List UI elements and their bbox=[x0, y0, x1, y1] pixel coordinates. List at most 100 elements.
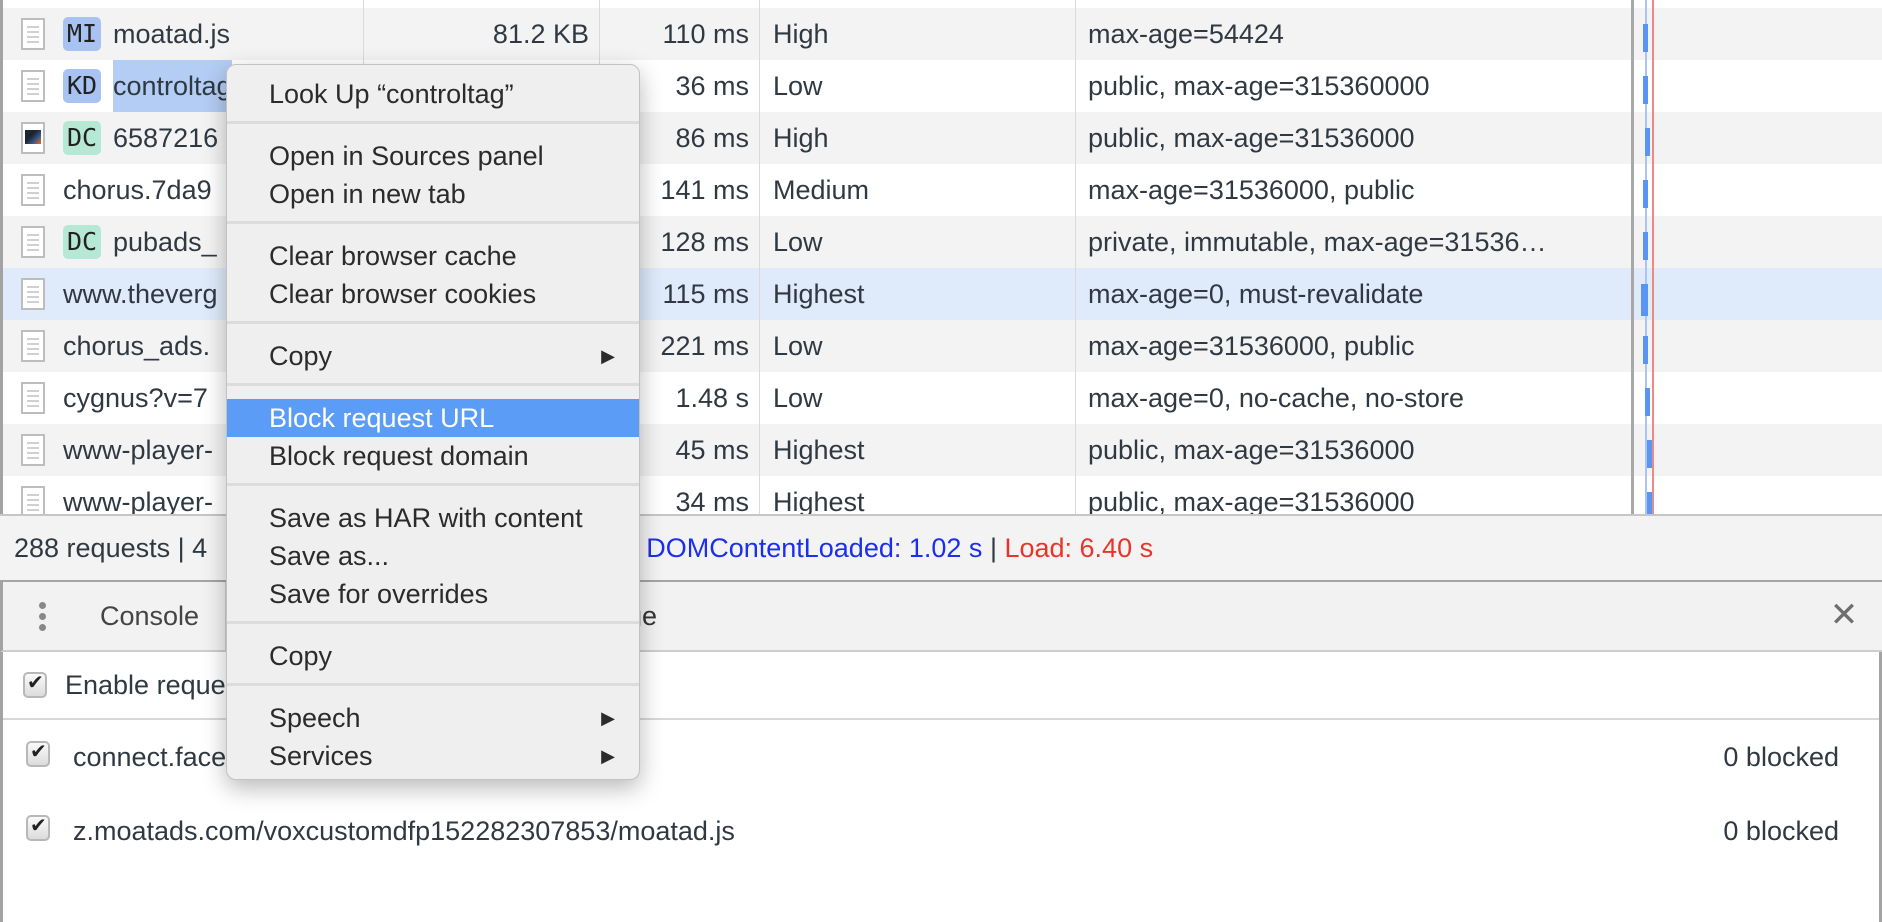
waterfall-bar bbox=[1647, 492, 1652, 514]
menu-item-label: Clear browser cache bbox=[269, 241, 517, 271]
menu-item-block-request-url[interactable]: Block request URL bbox=[227, 399, 639, 437]
waterfall-bar bbox=[1643, 24, 1648, 52]
menu-separator bbox=[227, 121, 639, 124]
priority-cell: Low bbox=[773, 331, 823, 361]
column-divider bbox=[1075, 0, 1076, 514]
menu-item-label: Copy bbox=[269, 341, 333, 371]
menu-item-save-as-har-with-content[interactable]: Save as HAR with content bbox=[227, 499, 639, 537]
file-icon bbox=[21, 18, 45, 50]
request-name: moatad.js bbox=[113, 19, 231, 49]
tab-console[interactable]: Console bbox=[100, 582, 199, 650]
request-name: pubads_ bbox=[113, 227, 217, 257]
file-icon bbox=[21, 486, 45, 514]
priority-cell: Highest bbox=[773, 435, 865, 465]
priority-cell: Medium bbox=[773, 175, 870, 205]
menu-separator bbox=[227, 321, 639, 324]
file-icon bbox=[21, 278, 45, 310]
menu-item-save-for-overrides[interactable]: Save for overrides bbox=[227, 575, 639, 613]
initiator-badge: KD bbox=[63, 69, 102, 103]
request-name: chorus.7da9 bbox=[63, 175, 212, 205]
cache-control-cell: max-age=54424 bbox=[1088, 19, 1284, 49]
menu-item-copy[interactable]: Copy bbox=[227, 637, 639, 675]
waterfall-bar bbox=[1643, 232, 1648, 260]
menu-separator bbox=[227, 221, 639, 224]
cache-control-cell: private, immutable, max-age=31536… bbox=[1088, 227, 1547, 257]
menu-item-label: Block request URL bbox=[269, 403, 495, 433]
file-icon bbox=[21, 434, 45, 466]
priority-cell: Highest bbox=[773, 279, 865, 309]
waterfall-divider[interactable] bbox=[1631, 0, 1634, 514]
submenu-arrow-icon: ▶ bbox=[601, 346, 615, 366]
cache-control-cell: public, max-age=31536000 bbox=[1088, 487, 1415, 514]
menu-item-label: Save as... bbox=[269, 541, 390, 571]
close-icon[interactable]: ✕ bbox=[1829, 598, 1859, 632]
menu-item-clear-browser-cache[interactable]: Clear browser cache bbox=[227, 237, 639, 275]
dom-content-loaded-text: DOMContentLoaded: 1.02 s bbox=[646, 533, 983, 563]
more-vertical-icon[interactable] bbox=[39, 602, 49, 632]
file-icon bbox=[21, 174, 45, 206]
cache-control-cell: max-age=0, must-revalidate bbox=[1088, 279, 1424, 309]
menu-item-clear-browser-cookies[interactable]: Clear browser cookies bbox=[227, 275, 639, 313]
priority-cell: Low bbox=[773, 71, 823, 101]
initiator-badge: DC bbox=[63, 121, 102, 155]
request-count-text: 288 requests | 4 bbox=[14, 533, 208, 563]
request-name: www-player- bbox=[63, 435, 214, 465]
menu-item-save-as[interactable]: Save as... bbox=[227, 537, 639, 575]
menu-separator bbox=[227, 483, 639, 486]
request-name: cygnus?v=7 bbox=[63, 383, 208, 413]
menu-item-services[interactable]: Services ▶ bbox=[227, 737, 639, 775]
name-cell[interactable]: MI moatad.js bbox=[17, 8, 362, 60]
menu-item-label: Open in Sources panel bbox=[269, 141, 544, 171]
menu-item-open-in-new-tab[interactable]: Open in new tab bbox=[227, 175, 639, 213]
menu-item-speech[interactable]: Speech ▶ bbox=[227, 699, 639, 737]
pattern-text[interactable]: z.moatads.com/voxcustomdfp152282307853/m… bbox=[73, 814, 735, 848]
waterfall-bar bbox=[1643, 76, 1648, 104]
waterfall-bar bbox=[1645, 128, 1650, 156]
menu-item-label: Speech bbox=[269, 703, 361, 733]
menu-item-look-up-controltag[interactable]: Look Up “controltag” bbox=[227, 75, 639, 113]
menu-separator bbox=[227, 621, 639, 624]
request-name: controltag bbox=[113, 60, 232, 112]
waterfall-load-line bbox=[1652, 0, 1654, 514]
waterfall-bar bbox=[1643, 336, 1648, 364]
waterfall-bar bbox=[1641, 284, 1648, 316]
request-name: www.theverg bbox=[63, 279, 218, 309]
context-menu: Look Up “controltag” Open in Sources pane… bbox=[226, 64, 640, 780]
pattern-blocked-count: 0 blocked bbox=[1723, 742, 1839, 772]
load-time-text: Load: 6.40 s bbox=[1004, 533, 1154, 563]
waterfall-bar bbox=[1643, 180, 1648, 208]
cache-control-cell: public, max-age=31536000 bbox=[1088, 123, 1415, 153]
priority-cell: Highest bbox=[773, 487, 865, 514]
menu-item-copy[interactable]: Copy ▶ bbox=[227, 337, 639, 375]
pattern-checkbox[interactable] bbox=[26, 739, 50, 767]
pattern-blocked-count: 0 blocked bbox=[1723, 816, 1839, 846]
file-icon bbox=[21, 226, 45, 258]
image-icon bbox=[21, 122, 45, 154]
size-cell: 81.2 KB bbox=[492, 19, 589, 49]
request-name: www-player- bbox=[63, 487, 214, 514]
table-row[interactable]: MI moatad.js 81.2 KB 110 ms High max-age=5442… bbox=[3, 8, 1882, 60]
menu-item-label: Clear browser cookies bbox=[269, 279, 537, 309]
cache-control-cell: max-age=31536000, public bbox=[1088, 175, 1415, 205]
pattern-checkbox[interactable] bbox=[26, 813, 50, 841]
time-cell: 110 ms bbox=[662, 19, 749, 49]
priority-cell: Low bbox=[773, 227, 823, 257]
menu-separator bbox=[227, 683, 639, 686]
file-icon bbox=[21, 330, 45, 362]
menu-item-label: Save as HAR with content bbox=[269, 503, 583, 533]
priority-cell: High bbox=[773, 19, 829, 49]
cache-control-cell: public, max-age=31536000 bbox=[1088, 435, 1415, 465]
waterfall-bar bbox=[1647, 440, 1652, 468]
file-icon bbox=[21, 382, 45, 414]
priority-cell: Low bbox=[773, 383, 823, 413]
initiator-badge: MI bbox=[63, 17, 102, 51]
menu-separator bbox=[227, 383, 639, 386]
enable-request-blocking-checkbox[interactable] bbox=[23, 670, 47, 698]
table-row-partial[interactable] bbox=[3, 0, 1882, 8]
menu-item-label: Open in new tab bbox=[269, 179, 466, 209]
menu-item-label: Block request domain bbox=[269, 441, 529, 471]
priority-cell: High bbox=[773, 123, 829, 153]
menu-item-open-in-sources-panel[interactable]: Open in Sources panel bbox=[227, 137, 639, 175]
menu-item-block-request-domain[interactable]: Block request domain bbox=[227, 437, 639, 475]
request-name: chorus_ads. bbox=[63, 331, 211, 361]
